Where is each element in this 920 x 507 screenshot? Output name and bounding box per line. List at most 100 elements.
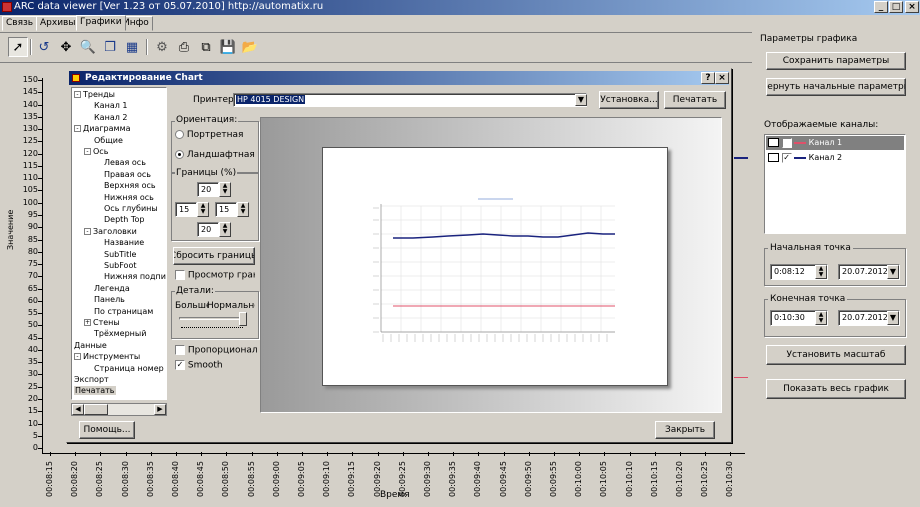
start-point-label: Начальная точка xyxy=(768,243,853,253)
tab-archives[interactable]: Архивы xyxy=(36,16,80,31)
tree-item[interactable]: Нижняя подпись xyxy=(104,271,166,282)
set-scale-button[interactable]: Установить масштаб xyxy=(766,345,906,365)
y-tick-mark xyxy=(38,190,42,192)
tree-expander-icon[interactable]: - xyxy=(74,353,81,361)
view-margins-checkbox[interactable]: Просмотр границ xyxy=(175,270,255,281)
printer-dropdown[interactable]: ▼ xyxy=(575,94,587,106)
print-preview[interactable] xyxy=(260,117,722,413)
help-button[interactable]: Помощь... xyxy=(79,421,135,439)
tree-expander-icon[interactable]: - xyxy=(74,125,81,133)
printer-setup-button[interactable]: Установка... xyxy=(599,91,659,109)
close-dialog-button[interactable]: Закрыть xyxy=(655,421,715,439)
channel-1-checkbox[interactable]: ✓ xyxy=(781,137,792,148)
detail-slider-thumb[interactable] xyxy=(239,312,247,326)
tree-expander-icon[interactable]: - xyxy=(74,91,81,98)
margin-bottom-spinner[interactable]: ▲ ▼ xyxy=(219,222,231,237)
pointer-icon[interactable]: ➚ xyxy=(8,37,28,57)
x-tick-mark xyxy=(680,452,681,456)
tree-item[interactable]: - Заголовки xyxy=(84,226,137,237)
tree-item[interactable]: - Ось xyxy=(84,146,108,157)
maximize-button[interactable]: □ xyxy=(889,1,903,13)
channel-2-checkbox[interactable]: ✓ xyxy=(781,152,792,163)
tree-item[interactable]: Данные xyxy=(74,340,107,351)
tree-item[interactable]: По страницам xyxy=(94,306,153,317)
tree-item[interactable]: Ось глубины xyxy=(104,203,158,214)
print-button[interactable]: Печатать xyxy=(664,91,726,109)
tree-item[interactable]: Страница номер xyxy=(94,363,164,374)
margin-right-spinner[interactable]: ▲ ▼ xyxy=(237,202,249,217)
printer-select[interactable]: HP 4015 DESIGN xyxy=(233,93,587,107)
margin-left-field[interactable]: 15 xyxy=(175,202,197,217)
tree-item[interactable]: - Тренды xyxy=(74,89,115,100)
x-tick-mark xyxy=(604,452,606,456)
print-icon[interactable]: ⎙ xyxy=(174,37,194,57)
tree-item[interactable]: SubFoot xyxy=(104,260,136,271)
tree-item[interactable]: Название xyxy=(104,237,144,248)
margin-left-spinner[interactable]: ▲ ▼ xyxy=(197,202,209,217)
reset-margins-button[interactable]: Сбросить границы xyxy=(173,247,255,265)
tree-item[interactable]: Трёхмерный xyxy=(94,328,146,339)
portrait-radio[interactable]: Портретная xyxy=(175,130,243,140)
copy-page-icon[interactable]: ⧉ xyxy=(196,37,216,57)
tree-item[interactable]: SubTitle xyxy=(104,249,136,260)
tree-item[interactable]: Правая ось xyxy=(104,169,151,180)
minimize-button[interactable]: _ xyxy=(874,1,888,13)
tree-item[interactable]: Канал 2 xyxy=(94,112,127,123)
zoom-icon[interactable]: 🔍 xyxy=(78,37,98,57)
editor-tree[interactable]: - Тренды Канал 1 Канал 2- Диаграмма Общие - Ось… xyxy=(71,87,167,400)
smooth-checkbox[interactable]: ✓ Smooth xyxy=(175,360,223,371)
tree-item[interactable]: - Инструменты xyxy=(74,351,140,362)
tree-expander-icon[interactable]: - xyxy=(84,227,91,235)
save-params-button[interactable]: Сохранить параметры xyxy=(766,52,906,70)
tab-charts[interactable]: Графики xyxy=(76,15,126,31)
tree-item[interactable]: Панель xyxy=(94,294,125,305)
scroll-right-button[interactable]: ▶ xyxy=(154,404,166,415)
move-icon[interactable]: ✥ xyxy=(56,37,76,57)
tree-item[interactable]: Верхняя ось xyxy=(104,180,156,191)
save-icon[interactable]: 💾 xyxy=(218,37,238,57)
tree-item[interactable]: Легенда xyxy=(94,283,130,294)
open-icon[interactable]: 📂 xyxy=(240,37,260,57)
dialog-close-button[interactable]: × xyxy=(715,72,729,84)
channel-item-2[interactable]: ✓ Канал 2 xyxy=(766,151,904,165)
start-time-spinner[interactable]: ▲ ▼ xyxy=(815,265,827,279)
proportional-checkbox[interactable]: Пропорционал xyxy=(175,345,259,356)
margin-top-spinner[interactable]: ▲ ▼ xyxy=(219,182,231,197)
dialog-help-button[interactable]: ? xyxy=(701,72,715,84)
margin-top-field[interactable]: 20 xyxy=(197,182,219,197)
start-date-dropdown[interactable]: ▼ xyxy=(887,265,899,279)
channel-item-1[interactable]: ✓ Канал 1 xyxy=(766,136,904,150)
tree-item[interactable]: Печатать xyxy=(74,385,116,396)
tree-item[interactable]: Общие xyxy=(94,135,123,146)
tree-item[interactable]: - Диаграмма xyxy=(74,123,131,134)
tree-item[interactable]: + Стены xyxy=(84,317,120,328)
undo-icon[interactable]: ↺ xyxy=(34,37,54,57)
tree-hscrollbar[interactable]: ◀ ▶ xyxy=(71,403,167,416)
edit-icon[interactable]: ⚙ xyxy=(152,37,172,57)
copy-image-icon[interactable]: ▦ xyxy=(122,37,142,57)
tree-item[interactable]: Канал 1 xyxy=(94,100,127,111)
tree-expander-icon[interactable]: + xyxy=(84,319,91,326)
margin-right-field[interactable]: 15 xyxy=(215,202,237,217)
scroll-left-button[interactable]: ◀ xyxy=(72,404,84,415)
detail-slider-track[interactable] xyxy=(179,317,243,320)
close-window-button[interactable]: × xyxy=(905,1,919,13)
tree-item[interactable]: Экспорт xyxy=(74,374,109,385)
margin-bottom-field[interactable]: 20 xyxy=(197,222,219,237)
tree-item[interactable]: Левая ось xyxy=(104,157,146,168)
show-all-button[interactable]: Показать весь график xyxy=(766,379,906,399)
channels-list[interactable]: ✓ Канал 1 ✓ Канал 2 xyxy=(764,134,906,234)
y-tick-mark xyxy=(38,276,42,278)
tree-expander-icon[interactable]: - xyxy=(84,148,91,155)
landscape-radio[interactable]: Ландшафтная xyxy=(175,150,255,160)
tab-connection[interactable]: Связь xyxy=(2,16,38,31)
x-tick-mark xyxy=(176,452,177,456)
reset-params-button[interactable]: Вернуть начальные параметры xyxy=(766,78,906,96)
tree-item-label: Печатать xyxy=(74,386,116,396)
end-date-dropdown[interactable]: ▼ xyxy=(887,311,899,325)
copy-icon[interactable]: ❐ xyxy=(100,37,120,57)
tree-item[interactable]: Depth Top xyxy=(104,214,144,225)
tree-item[interactable]: Нижняя ось xyxy=(104,192,154,203)
end-time-spinner[interactable]: ▲ ▼ xyxy=(815,311,827,325)
scroll-thumb[interactable] xyxy=(84,404,108,415)
